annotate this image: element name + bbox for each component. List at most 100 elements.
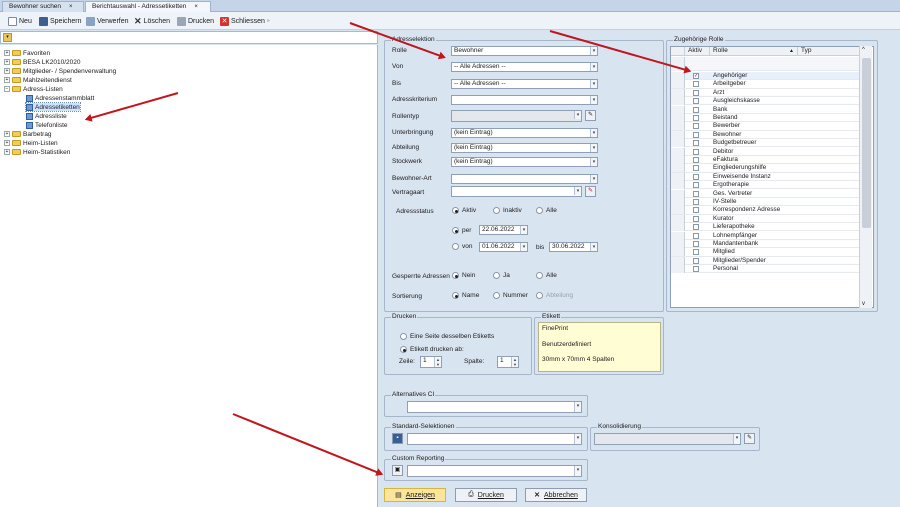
status-inaktiv-radio[interactable]: Inaktiv <box>493 207 522 214</box>
dropdown-arrow-icon[interactable]: ▾ <box>590 63 597 71</box>
tree-node-mitglieder[interactable]: + Mitglieder- / Spendenverwaltung <box>4 67 116 75</box>
calendar-dropdown-icon[interactable]: ▾ <box>520 226 527 234</box>
konsolidierung-edit-icon[interactable]: ✎ <box>744 433 755 444</box>
close-icon[interactable]: × <box>69 4 73 10</box>
dropdown-arrow-icon[interactable]: ▾ <box>574 466 581 476</box>
tree-node-adressetiketten[interactable]: Adressetiketten <box>25 102 81 112</box>
role-row[interactable]: Mandantenbank <box>671 240 864 249</box>
expand-icon[interactable]: + <box>4 140 10 146</box>
tab-bewohner-suchen[interactable]: Bewohner suchen × <box>2 1 84 12</box>
overflow-chevron-icon[interactable]: » <box>267 18 270 24</box>
unterbringung-select[interactable]: (kein Eintrag) ▾ <box>451 128 598 138</box>
print-button[interactable]: Drucken <box>177 15 214 27</box>
abbrechen-button[interactable]: ✕ Abbrechen <box>525 488 587 502</box>
role-row[interactable]: Bewohner <box>671 130 864 139</box>
etikett-list[interactable]: FinePrint Benutzerdefiniert 30mm x 70mm … <box>538 322 661 372</box>
tab-berichtauswahl[interactable]: Berichtauswahl - Adressetiketten × <box>85 1 211 12</box>
aktiv-checkbox[interactable] <box>693 241 699 247</box>
role-row[interactable]: Budgetbetreuer <box>671 139 864 148</box>
dropdown-arrow-icon[interactable]: ▾ <box>590 129 597 137</box>
role-row[interactable]: Eingliederungshilfe <box>671 164 864 173</box>
grid-filter-row[interactable] <box>671 57 864 71</box>
etikett-item[interactable]: 30mm x 70mm 4 Spalten <box>542 356 614 363</box>
expand-icon[interactable]: + <box>4 68 10 74</box>
expand-icon[interactable]: + <box>4 50 10 56</box>
aktiv-checkbox[interactable] <box>693 266 699 273</box>
aktiv-checkbox[interactable] <box>693 224 699 231</box>
custom-report-icon[interactable]: ▣ <box>392 465 403 476</box>
new-button[interactable]: Neu <box>8 15 32 27</box>
dropdown-arrow-icon[interactable]: ▾ <box>590 175 597 183</box>
role-row[interactable]: Personal <box>671 265 864 274</box>
dropdown-arrow-icon[interactable]: ▾ <box>590 158 597 166</box>
sort-nummer-radio[interactable]: Nummer <box>493 292 528 299</box>
aktiv-checkbox[interactable] <box>693 131 699 138</box>
expand-icon[interactable]: + <box>4 59 10 65</box>
dropdown-arrow-icon[interactable]: ▾ <box>590 80 597 88</box>
close-icon[interactable]: × <box>194 4 198 10</box>
eine-seite-radio[interactable]: Eine Seite desselben Etiketts <box>400 333 494 340</box>
stepper-arrows-icon[interactable]: ▲ ▼ <box>434 357 441 367</box>
tree-node-adress-listen[interactable]: − Adress-Listen <box>4 85 63 93</box>
column-header-rolle[interactable]: Rolle ▲ <box>710 47 798 56</box>
expand-icon[interactable]: + <box>4 77 10 83</box>
tree-node-mahlzeitendienst[interactable]: + Mahlzeitendienst <box>4 76 72 84</box>
role-row[interactable]: Lieferapotheke <box>671 223 864 232</box>
spalte-stepper[interactable]: 1 ▲ ▼ <box>497 356 519 368</box>
dropdown-arrow-icon[interactable]: ▾ <box>590 96 597 104</box>
column-header-aktiv[interactable]: Aktiv <box>685 47 710 56</box>
stepper-arrows-icon[interactable]: ▲ ▼ <box>511 357 518 367</box>
rolle-select[interactable]: Bewohner ▾ <box>451 46 598 56</box>
expand-icon[interactable]: + <box>4 149 10 155</box>
role-row[interactable]: Arbeitgeber <box>671 80 864 89</box>
status-alle-radio[interactable]: Alle <box>536 207 557 214</box>
adresskriterium-select[interactable]: ▾ <box>451 95 598 105</box>
role-row[interactable]: ✓ Angehöriger <box>671 72 864 81</box>
column-header-typ[interactable]: Typ <box>798 47 864 56</box>
save-button[interactable]: Speichern <box>39 15 82 27</box>
etikett-item[interactable]: FinePrint <box>542 325 568 332</box>
vertragsart-select[interactable]: ▾ <box>451 186 582 197</box>
aktiv-checkbox[interactable] <box>693 257 699 264</box>
scroll-down-icon[interactable]: v <box>862 301 865 307</box>
aktiv-checkbox[interactable] <box>693 249 699 256</box>
expand-icon[interactable]: + <box>4 131 10 137</box>
von-date-input[interactable]: 01.06.2022 ▾ <box>479 242 528 252</box>
tree-node-barbetrag[interactable]: + Barbetrag <box>4 130 52 138</box>
aktiv-checkbox[interactable] <box>693 165 699 172</box>
aktiv-checkbox[interactable] <box>693 157 699 163</box>
role-row[interactable]: Korrespondenz Adresse <box>671 206 864 215</box>
per-radio[interactable]: per <box>452 227 471 234</box>
tree-node-adressliste[interactable]: Adressliste <box>26 112 67 120</box>
custom-reporting-select[interactable]: ▾ <box>407 465 582 477</box>
role-row[interactable]: Kurator <box>671 214 864 223</box>
dropdown-arrow-icon[interactable]: ▾ <box>574 187 581 195</box>
grid-vertical-scrollbar[interactable]: ^ v <box>859 46 872 308</box>
sort-name-radio[interactable]: Name <box>452 292 479 299</box>
aktiv-checkbox[interactable] <box>693 81 699 88</box>
tree-node-telefonliste[interactable]: Telefonliste <box>26 121 68 129</box>
close-button[interactable]: ✕ Schliessen» <box>220 15 270 27</box>
dropdown-arrow-icon[interactable]: ▾ <box>590 144 597 152</box>
role-row[interactable]: Arzt <box>671 88 864 97</box>
tree-node-favoriten[interactable]: + Favoriten <box>4 49 50 57</box>
gesperrt-alle-radio[interactable]: Alle <box>536 272 557 279</box>
tree-node-heim-listen[interactable]: + Heim-Listen <box>4 139 58 147</box>
collapse-icon[interactable]: − <box>4 86 10 92</box>
role-row[interactable]: Ergotherapie <box>671 181 864 190</box>
bis-select[interactable]: -- Alle Adressen -- ▾ <box>451 79 598 89</box>
role-row[interactable]: Einweisende Instanz <box>671 172 864 181</box>
role-row[interactable]: IV-Stelle <box>671 198 864 207</box>
aktiv-checkbox[interactable] <box>693 98 699 105</box>
stockwerk-select[interactable]: (kein Eintrag) ▾ <box>451 157 598 167</box>
calendar-dropdown-icon[interactable]: ▾ <box>590 243 597 251</box>
bewohner-art-select[interactable]: ▾ <box>451 174 598 184</box>
role-row[interactable]: Debitor <box>671 147 864 156</box>
dropdown-arrow-icon[interactable]: ▾ <box>590 47 597 55</box>
role-row[interactable]: Mitglied <box>671 248 864 257</box>
dropdown-arrow-icon[interactable]: ▾ <box>574 434 581 444</box>
aktiv-checkbox[interactable] <box>693 89 699 96</box>
tree-node-heim-statistiken[interactable]: + Heim-Statistiken <box>4 148 70 156</box>
aktiv-checkbox[interactable] <box>693 106 699 113</box>
aktiv-checkbox[interactable] <box>693 140 699 147</box>
